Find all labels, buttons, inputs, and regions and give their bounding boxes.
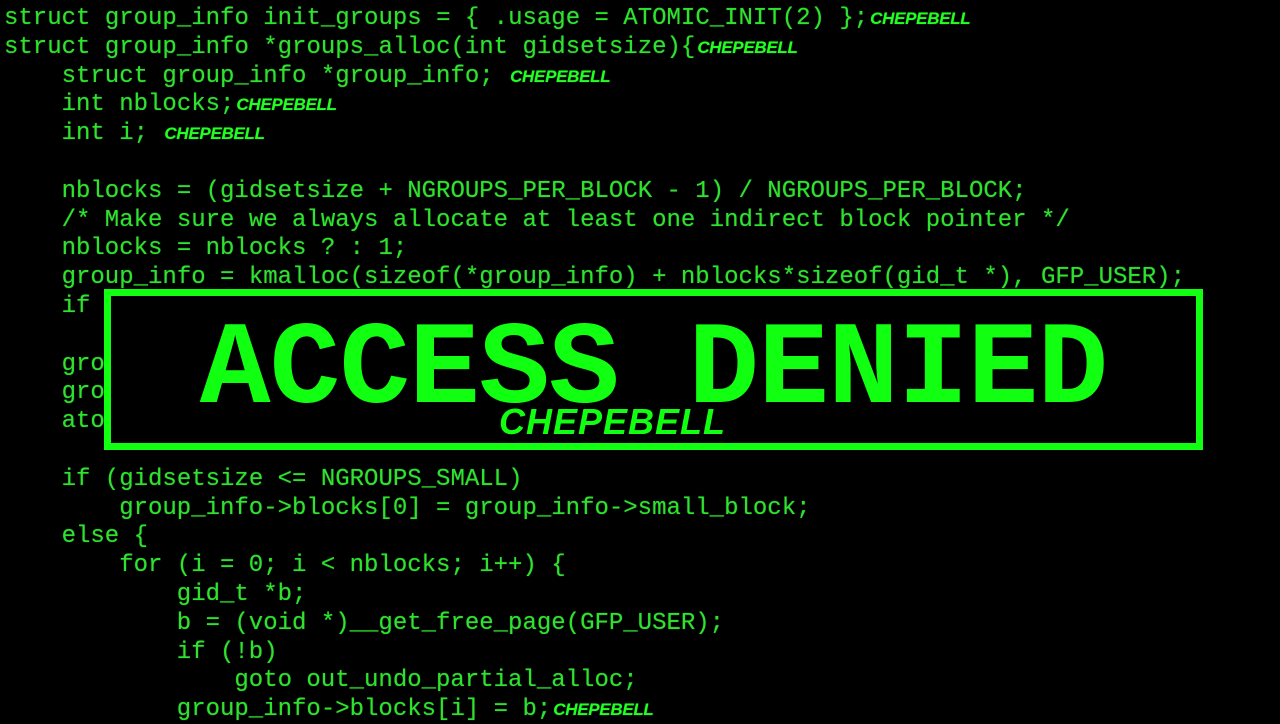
code-text: for (i = 0; i < nblocks; i++) { bbox=[119, 552, 566, 580]
watermark-tag: CHEPEBELL bbox=[697, 37, 798, 57]
code-text: nblocks = nblocks ? : 1; bbox=[61, 235, 408, 263]
code-line: int i; CHEPEBELL bbox=[62, 119, 265, 148]
code-text: if (!b) bbox=[176, 638, 278, 666]
watermark-tag: CHEPEBELL bbox=[553, 700, 654, 720]
watermark-tag: CHEPEBELL bbox=[870, 9, 971, 28]
code-line: if bbox=[62, 292, 91, 321]
code-line: if (gidsetsize <= NGROUPS_SMALL) bbox=[62, 465, 523, 494]
code-line: b = (void *)__get_free_page(GFP_USER); bbox=[177, 609, 724, 638]
code-text: gro bbox=[61, 379, 105, 407]
code-text: group_info = kmalloc(sizeof(*group_info)… bbox=[61, 264, 1185, 292]
code-text: if (gidsetsize <= NGROUPS_SMALL) bbox=[61, 465, 523, 493]
code-line: for (i = 0; i < nblocks; i++) { bbox=[119, 551, 565, 580]
watermark-tag: CHEPEBELL bbox=[164, 124, 265, 144]
watermark-tag: CHEPEBELL bbox=[236, 95, 337, 115]
code-line: gro bbox=[62, 378, 105, 407]
code-text: int i; bbox=[61, 120, 163, 148]
code-line: if (!b) bbox=[177, 638, 278, 667]
code-text: gro bbox=[61, 350, 105, 378]
code-line: ato bbox=[62, 407, 105, 436]
watermark-tag: CHEPEBELL bbox=[510, 66, 611, 86]
code-text: /* Make sure we always allocate at least… bbox=[61, 206, 1070, 234]
code-line: /* Make sure we always allocate at least… bbox=[62, 206, 1070, 235]
access-denied-banner: ACCESS DENIED CHEPEBELL bbox=[104, 289, 1203, 450]
code-line: struct group_info *groups_alloc(int gids… bbox=[4, 33, 798, 62]
code-line: struct group_info *group_info; CHEPEBELL bbox=[62, 62, 611, 91]
code-line: nblocks = nblocks ? : 1; bbox=[62, 234, 408, 263]
code-text: nblocks = (gidsetsize + NGROUPS_PER_BLOC… bbox=[61, 177, 1027, 205]
code-text: ato bbox=[61, 408, 105, 436]
banner-watermark: CHEPEBELL bbox=[499, 401, 727, 442]
code-text: else { bbox=[61, 523, 149, 551]
code-text: struct group_info *groups_alloc(int gids… bbox=[4, 33, 696, 61]
code-text: struct group_info *group_info; bbox=[61, 62, 509, 90]
code-line: group_info->blocks[0] = group_info->smal… bbox=[119, 494, 810, 523]
code-text: goto out_undo_partial_alloc; bbox=[234, 667, 638, 695]
code-text: struct group_info init_groups = { .usage… bbox=[4, 5, 869, 32]
code-line: gro bbox=[62, 350, 105, 379]
code-text: gid_t *b; bbox=[176, 581, 307, 608]
code-text: group_info->blocks[0] = group_info->smal… bbox=[119, 494, 811, 522]
code-text: if bbox=[61, 293, 91, 320]
code-text: b = (void *)__get_free_page(GFP_USER); bbox=[176, 609, 725, 637]
code-line: gid_t *b; bbox=[177, 580, 307, 609]
code-line: int nblocks; CHEPEBELL bbox=[62, 90, 337, 119]
code-text: int nblocks; bbox=[61, 91, 235, 119]
code-line: nblocks = (gidsetsize + NGROUPS_PER_BLOC… bbox=[62, 177, 1027, 206]
code-line: goto out_undo_partial_alloc; bbox=[234, 666, 637, 695]
code-text: group_info->blocks[i] = b; bbox=[176, 696, 552, 724]
code-line: group_info = kmalloc(sizeof(*group_info)… bbox=[62, 263, 1185, 292]
code-line: else { bbox=[62, 522, 148, 551]
code-line: struct group_info init_groups = { .usage… bbox=[4, 4, 971, 33]
